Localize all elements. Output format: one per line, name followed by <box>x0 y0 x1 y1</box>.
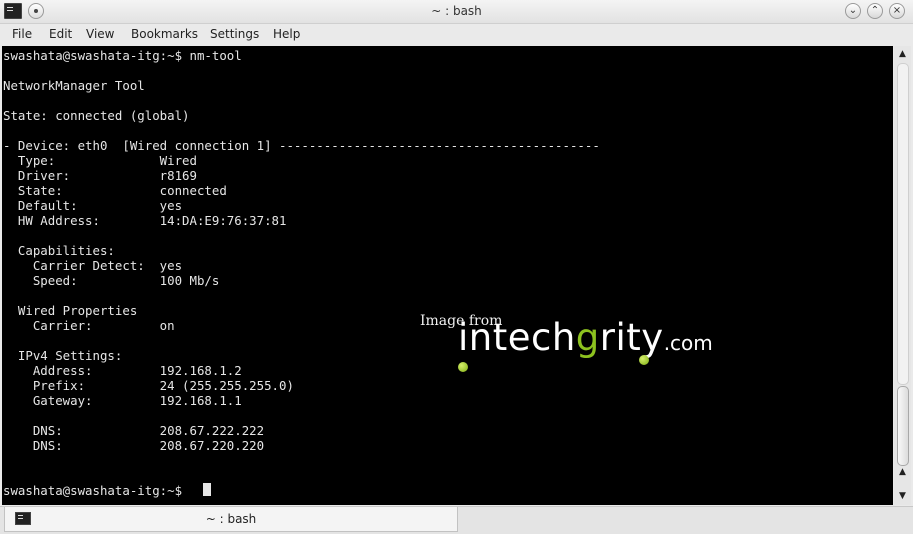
menu-file[interactable]: File <box>12 27 32 41</box>
scroll-up-arrow-lower-icon[interactable]: ▲ <box>895 466 910 479</box>
minimize-button[interactable]: ⌄ <box>845 3 861 19</box>
window-title: ~ : bash <box>431 4 482 18</box>
terminal-output[interactable]: swashata@swashata-itg:~$ nm-tool Network… <box>2 46 893 505</box>
scroll-thumb[interactable] <box>897 386 909 466</box>
terminal-text: swashata@swashata-itg:~$ nm-tool Network… <box>3 48 600 498</box>
scroll-down-arrow-icon[interactable]: ▼ <box>895 490 910 503</box>
title-bar: ~ : bash ⌄ ⌃ × <box>0 0 913 24</box>
vertical-scrollbar[interactable]: ▲ ▲ ▼ <box>894 46 911 505</box>
tab-label: ~ : bash <box>205 512 257 526</box>
watermark-dot-left <box>458 362 468 372</box>
watermark: Image from intechgrity.com <box>420 310 760 380</box>
scroll-up-arrow-icon[interactable]: ▲ <box>895 48 910 61</box>
menu-bookmarks[interactable]: Bookmarks <box>131 27 198 41</box>
scroll-track[interactable] <box>897 63 909 385</box>
text-cursor <box>203 483 211 496</box>
tab-bash[interactable]: ~ : bash <box>4 507 458 532</box>
close-button[interactable]: × <box>889 3 905 19</box>
menu-edit[interactable]: Edit <box>49 27 72 41</box>
menu-bar: File Edit View Bookmarks Settings Help <box>0 24 913 46</box>
menu-view[interactable]: View <box>86 27 114 41</box>
menu-help[interactable]: Help <box>273 27 300 41</box>
maximize-button[interactable]: ⌃ <box>867 3 883 19</box>
watermark-dot-right <box>639 355 649 365</box>
tab-bar: ~ : bash <box>0 506 913 534</box>
watermark-brand: intechgrity.com <box>458 316 713 359</box>
menu-settings[interactable]: Settings <box>210 27 259 41</box>
